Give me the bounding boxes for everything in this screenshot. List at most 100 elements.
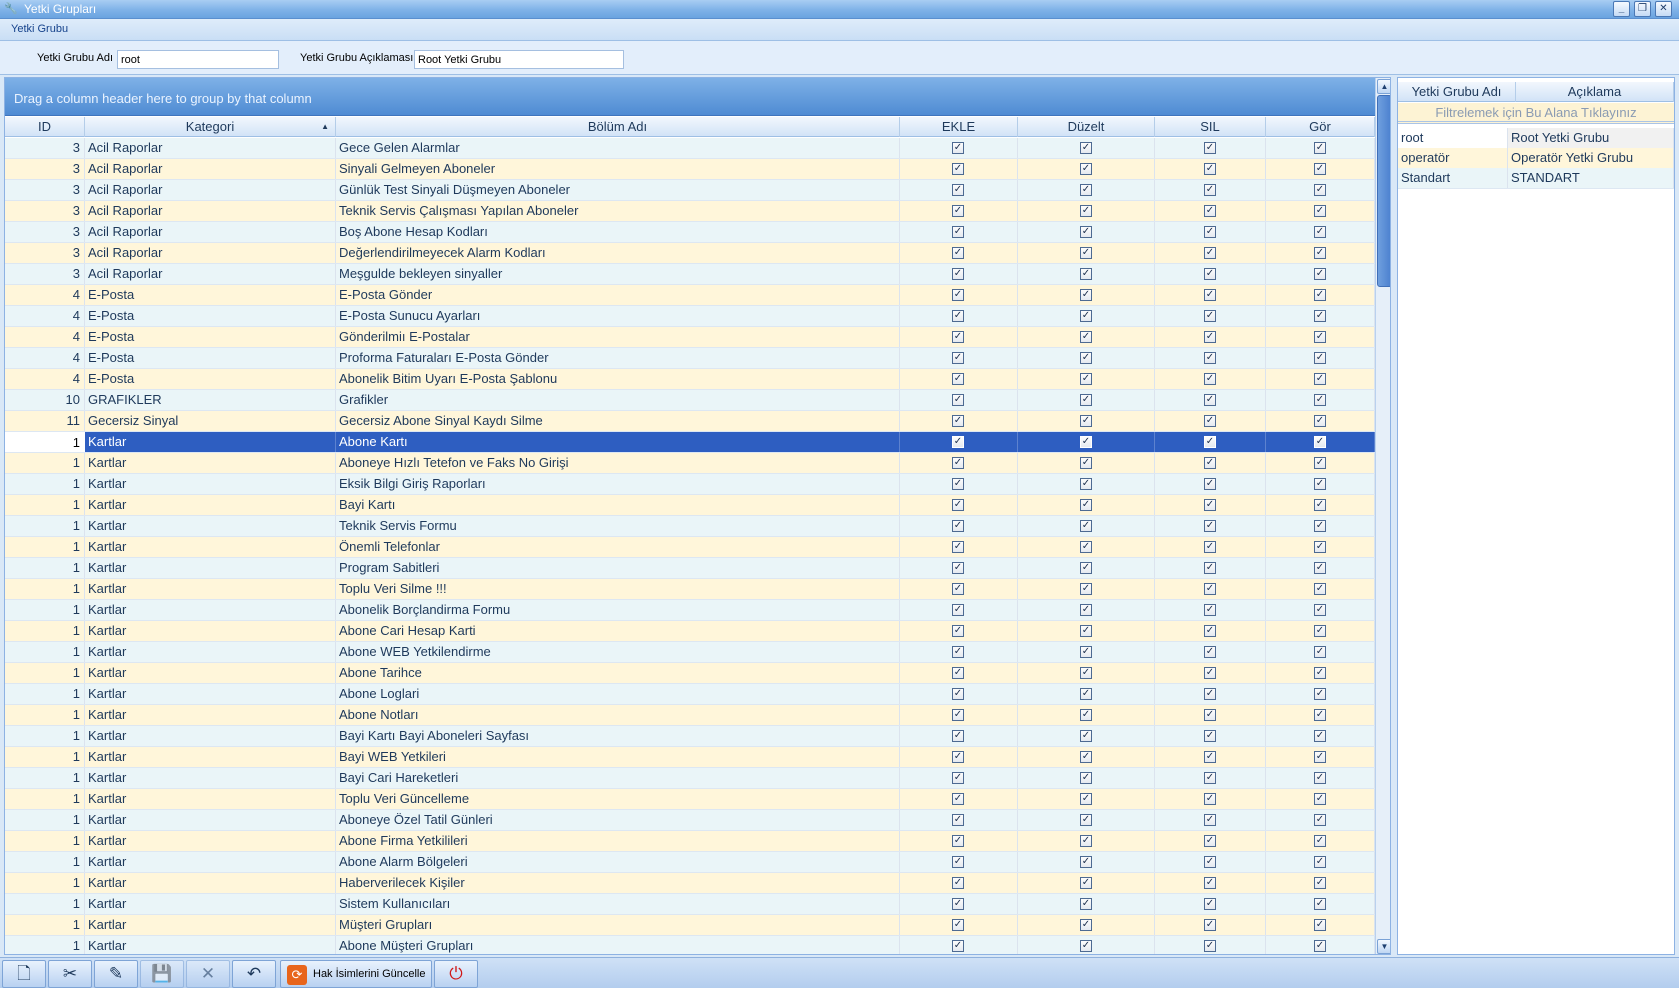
table-row[interactable]: 3 Acil Raporlar Teknik Servis Çalışması Ya… (5, 201, 1375, 222)
table-row[interactable]: 1 Kartlar Abone Cari Hesap Karti ✓ ✓ ✓ ✓ (5, 621, 1375, 642)
duzelt-checkbox[interactable]: ✓ (1080, 919, 1092, 931)
gor-checkbox[interactable]: ✓ (1314, 478, 1326, 490)
scroll-thumb[interactable] (1377, 95, 1390, 287)
column-header-aciklama[interactable]: Açıklama (1516, 82, 1674, 102)
ekle-checkbox[interactable]: ✓ (952, 478, 964, 490)
ekle-checkbox[interactable]: ✓ (952, 856, 964, 868)
cell-bolum-adi[interactable]: Önemli Telefonlar (336, 537, 900, 557)
duzelt-checkbox[interactable]: ✓ (1080, 499, 1092, 511)
table-row[interactable]: 1 Kartlar Bayi WEB Yetkileri ✓ ✓ ✓ ✓ (5, 747, 1375, 768)
duzelt-checkbox[interactable]: ✓ (1080, 331, 1092, 343)
cell-kategori[interactable]: E-Posta (85, 306, 336, 326)
sil-checkbox[interactable]: ✓ (1204, 205, 1216, 217)
cell-id[interactable]: 1 (5, 579, 85, 599)
close-button[interactable]: ✕ (1655, 1, 1672, 17)
cell-bolum-adi[interactable]: Meşgulde bekleyen sinyaller (336, 264, 900, 284)
ekle-checkbox[interactable]: ✓ (952, 331, 964, 343)
ekle-checkbox[interactable]: ✓ (952, 772, 964, 784)
cell-kategori[interactable]: Gecersiz Sinyal (85, 411, 336, 431)
duzelt-checkbox[interactable]: ✓ (1080, 835, 1092, 847)
cell-kategori[interactable]: Acil Raporlar (85, 138, 336, 158)
gor-checkbox[interactable]: ✓ (1314, 268, 1326, 280)
cell-kategori[interactable]: Kartlar (85, 726, 336, 746)
gor-checkbox[interactable]: ✓ (1314, 646, 1326, 658)
ekle-checkbox[interactable]: ✓ (952, 457, 964, 469)
cell-bolum-adi[interactable]: Boş Abone Hesap Kodları (336, 222, 900, 242)
cell-id[interactable]: 1 (5, 936, 85, 954)
gor-checkbox[interactable]: ✓ (1314, 352, 1326, 364)
table-row[interactable]: 3 Acil Raporlar Boş Abone Hesap Kodları ✓ ✓ ✓… (5, 222, 1375, 243)
gor-checkbox[interactable]: ✓ (1314, 436, 1326, 448)
sil-checkbox[interactable]: ✓ (1204, 667, 1216, 679)
sil-checkbox[interactable]: ✓ (1204, 289, 1216, 301)
ekle-checkbox[interactable]: ✓ (952, 919, 964, 931)
cell-id[interactable]: 3 (5, 138, 85, 158)
table-row[interactable]: 10 GRAFIKLER Grafikler ✓ ✓ ✓ ✓ (5, 390, 1375, 411)
ekle-checkbox[interactable]: ✓ (952, 898, 964, 910)
group-by-panel[interactable]: Drag a column header here to group by th… (5, 78, 1375, 116)
ekle-checkbox[interactable]: ✓ (952, 520, 964, 532)
sil-checkbox[interactable]: ✓ (1204, 541, 1216, 553)
cell-kategori[interactable]: Kartlar (85, 642, 336, 662)
duzelt-checkbox[interactable]: ✓ (1080, 289, 1092, 301)
duzelt-checkbox[interactable]: ✓ (1080, 520, 1092, 532)
cell-id[interactable]: 3 (5, 180, 85, 200)
ekle-checkbox[interactable]: ✓ (952, 184, 964, 196)
duzelt-checkbox[interactable]: ✓ (1080, 226, 1092, 238)
cell-bolum-adi[interactable]: Günlük Test Sinyali Düşmeyen Aboneler (336, 180, 900, 200)
cell-id[interactable]: 4 (5, 327, 85, 347)
column-header-sil[interactable]: SIL (1155, 117, 1266, 137)
cell-id[interactable]: 1 (5, 432, 85, 452)
cell-id[interactable]: 1 (5, 537, 85, 557)
cell-kategori[interactable]: Kartlar (85, 747, 336, 767)
gor-checkbox[interactable]: ✓ (1314, 751, 1326, 763)
group-name-cell[interactable]: Standart (1398, 168, 1508, 188)
duzelt-checkbox[interactable]: ✓ (1080, 436, 1092, 448)
gor-checkbox[interactable]: ✓ (1314, 373, 1326, 385)
cell-id[interactable]: 1 (5, 705, 85, 725)
cell-id[interactable]: 3 (5, 201, 85, 221)
cell-id[interactable]: 1 (5, 642, 85, 662)
gor-checkbox[interactable]: ✓ (1314, 331, 1326, 343)
ekle-checkbox[interactable]: ✓ (952, 310, 964, 322)
cancel-button[interactable]: ✕ (186, 960, 230, 988)
cell-id[interactable]: 3 (5, 264, 85, 284)
duzelt-checkbox[interactable]: ✓ (1080, 898, 1092, 910)
sil-checkbox[interactable]: ✓ (1204, 877, 1216, 889)
duzelt-checkbox[interactable]: ✓ (1080, 541, 1092, 553)
ekle-checkbox[interactable]: ✓ (952, 730, 964, 742)
ekle-checkbox[interactable]: ✓ (952, 835, 964, 847)
column-header-ekle[interactable]: EKLE (900, 117, 1018, 137)
table-row[interactable]: 3 Acil Raporlar Değerlendirilmeyecek Alarm… (5, 243, 1375, 264)
duzelt-checkbox[interactable]: ✓ (1080, 457, 1092, 469)
cut-button[interactable]: ✂ (48, 960, 92, 988)
cell-id[interactable]: 1 (5, 516, 85, 536)
undo-button[interactable]: ↶ (232, 960, 276, 988)
ekle-checkbox[interactable]: ✓ (952, 499, 964, 511)
restore-button[interactable]: ❐ (1634, 1, 1651, 17)
table-row[interactable]: 1 Kartlar Sistem Kullanıcıları ✓ ✓ ✓ ✓ (5, 894, 1375, 915)
sil-checkbox[interactable]: ✓ (1204, 499, 1216, 511)
cell-bolum-adi[interactable]: Bayi Kartı (336, 495, 900, 515)
cell-id[interactable]: 4 (5, 285, 85, 305)
cell-bolum-adi[interactable]: Abone Alarm Bölgeleri (336, 852, 900, 872)
duzelt-checkbox[interactable]: ✓ (1080, 394, 1092, 406)
duzelt-checkbox[interactable]: ✓ (1080, 415, 1092, 427)
table-row[interactable]: 1 Kartlar Müşteri Grupları ✓ ✓ ✓ ✓ (5, 915, 1375, 936)
ekle-checkbox[interactable]: ✓ (952, 604, 964, 616)
table-row[interactable]: 1 Kartlar Abone Loglari ✓ ✓ ✓ ✓ (5, 684, 1375, 705)
column-header-gor[interactable]: Gör (1266, 117, 1375, 137)
ekle-checkbox[interactable]: ✓ (952, 541, 964, 553)
cell-kategori[interactable]: Acil Raporlar (85, 159, 336, 179)
gor-checkbox[interactable]: ✓ (1314, 562, 1326, 574)
cell-kategori[interactable]: Kartlar (85, 579, 336, 599)
group-desc-cell[interactable]: Operatör Yetki Grubu (1508, 148, 1674, 168)
gor-checkbox[interactable]: ✓ (1314, 184, 1326, 196)
ekle-checkbox[interactable]: ✓ (952, 289, 964, 301)
duzelt-checkbox[interactable]: ✓ (1080, 478, 1092, 490)
sil-checkbox[interactable]: ✓ (1204, 520, 1216, 532)
list-item[interactable]: Standart STANDART (1398, 168, 1674, 189)
save-button[interactable]: 💾 (140, 960, 184, 988)
cell-bolum-adi[interactable]: Abone Tarihce (336, 663, 900, 683)
duzelt-checkbox[interactable]: ✓ (1080, 814, 1092, 826)
